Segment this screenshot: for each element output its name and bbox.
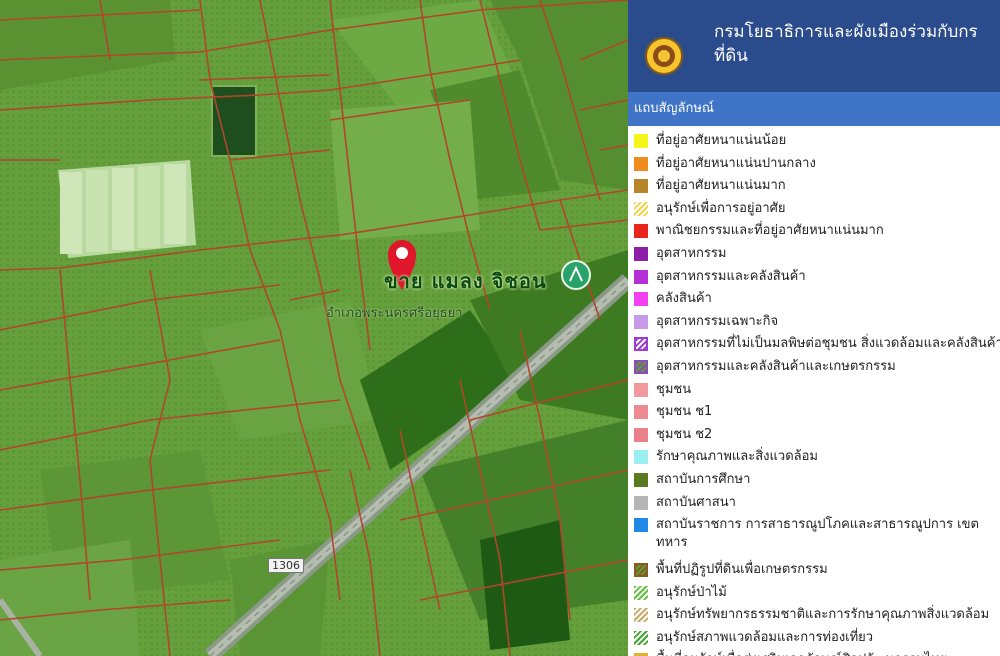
legend-swatch bbox=[634, 134, 648, 148]
legend-item: อุตสาหกรรมเฉพาะกิจ bbox=[632, 313, 1000, 336]
legend-label: อนุรักษ์ป่าไม้ bbox=[656, 584, 727, 600]
legend-item: ที่อยู่อาศัยหนาแน่นน้อย bbox=[632, 132, 1000, 155]
legend-item: ชุมชน ช2 bbox=[632, 426, 1000, 449]
legend-item: รักษาคุณภาพและสิ่งแวดล้อม bbox=[632, 448, 1000, 471]
legend-item: พาณิชยกรรมและที่อยู่อาศัยหนาแน่นมาก bbox=[632, 222, 1000, 245]
legend-label: อนุรักษ์สภาพแวดล้อมและการท่องเที่ยว bbox=[656, 629, 874, 645]
legend-label: อุตสาหกรรมที่ไม่เป็นมลพิษต่อชุมชน สิ่งแว… bbox=[656, 336, 1000, 352]
map-place-label: ขาย แมลง จิชอน bbox=[384, 269, 547, 293]
legend-swatch bbox=[634, 630, 648, 645]
legend-swatch bbox=[634, 405, 648, 420]
legend-item: ชุมชน bbox=[632, 381, 1000, 404]
legend-swatch bbox=[634, 450, 648, 465]
legend-item: สถาบันการศึกษา bbox=[632, 471, 1000, 494]
legend-tab[interactable]: แถบสัญลักษณ์ bbox=[628, 92, 1000, 126]
legend-item: อนุรักษ์ทรัพยากรธรรมชาติและการรักษาคุณภา… bbox=[632, 606, 1000, 629]
legend-label: อุตสาหกรรมและคลังสินค้า bbox=[656, 268, 806, 284]
legend-swatch bbox=[634, 201, 648, 216]
legend-item: พื้นที่อนุรักษ์เพื่อส่งเสริมเอกลักษณ์ศิล… bbox=[632, 651, 1000, 656]
legend-label: อุตสาหกรรมเฉพาะกิจ bbox=[656, 313, 779, 329]
legend-item: อนุรักษ์เพื่อการอยู่อาศัย bbox=[632, 200, 1000, 223]
legend-item: คลังสินค้า bbox=[632, 290, 1000, 313]
legend-item: สถาบันศาสนา bbox=[632, 494, 1000, 517]
legend-item: ชุมชน ช1 bbox=[632, 403, 1000, 426]
legend-label: ชุมชน ช1 bbox=[656, 404, 713, 420]
legend-label: พื้นที่อนุรักษ์เพื่อส่งเสริมเอกลักษณ์ศิล… bbox=[656, 651, 947, 656]
legend-item: อุตสาหกรรมและคลังสินค้าและเกษตรกรรม bbox=[632, 358, 1000, 381]
legend-item: อุตสาหกรรมที่ไม่เป็นมลพิษต่อชุมชน สิ่งแว… bbox=[632, 335, 1000, 358]
legend-swatch bbox=[634, 495, 648, 510]
legend-panel: กรมโยธาธิการและผังเมืองร่วมกับกร ที่ดิน … bbox=[628, 0, 1000, 656]
legend-label: พาณิชยกรรมและที่อยู่อาศัยหนาแน่นมาก bbox=[656, 223, 884, 239]
legend-swatch bbox=[634, 224, 648, 239]
legend-label: สถาบันการศึกษา bbox=[656, 471, 751, 487]
legend-label: สถาบันศาสนา bbox=[656, 494, 736, 510]
legend-swatch bbox=[634, 314, 648, 329]
legend-label: คลังสินค้า bbox=[656, 291, 712, 307]
legend-label: ที่อยู่อาศัยหนาแน่นปานกลาง bbox=[656, 155, 816, 171]
legend-item: อนุรักษ์สภาพแวดล้อมและการท่องเที่ยว bbox=[632, 629, 1000, 652]
legend-label: พื้นที่ปฏิรูปที่ดินเพื่อเกษตรกรรม bbox=[656, 562, 828, 578]
legend-list: ที่อยู่อาศัยหนาแน่นน้อยที่อยู่อาศัยหนาแน… bbox=[632, 132, 1000, 656]
greenhouse-cluster bbox=[58, 160, 196, 258]
panel-header: กรมโยธาธิการและผังเมืองร่วมกับกร ที่ดิน bbox=[628, 0, 1000, 92]
legend-label: อนุรักษ์เพื่อการอยู่อาศัย bbox=[656, 200, 786, 216]
legend-swatch bbox=[634, 563, 648, 578]
train-station-icon bbox=[561, 260, 591, 290]
legend-label: รักษาคุณภาพและสิ่งแวดล้อม bbox=[656, 449, 818, 465]
legend-label: ที่อยู่อาศัยหนาแน่นมาก bbox=[656, 178, 786, 194]
legend-swatch bbox=[634, 359, 648, 374]
panel-title: กรมโยธาธิการและผังเมืองร่วมกับกร ที่ดิน bbox=[714, 22, 978, 66]
legend-swatch bbox=[634, 179, 648, 194]
legend-swatch bbox=[634, 472, 648, 487]
satellite-map[interactable]: ขาย แมลง จิชอน อำเภอพระนครศรีอยุธยา 1306 bbox=[0, 0, 628, 656]
department-seal-icon bbox=[645, 37, 683, 75]
legend-item: อุตสาหกรรม bbox=[632, 245, 1000, 268]
legend-swatch bbox=[634, 608, 648, 623]
legend-swatch bbox=[634, 427, 648, 442]
legend-swatch bbox=[634, 518, 648, 533]
legend-label: ชุมชน ช2 bbox=[656, 426, 713, 442]
legend-label: อนุรักษ์ทรัพยากรธรรมชาติและการรักษาคุณภา… bbox=[656, 607, 990, 623]
legend-label: อุตสาหกรรม bbox=[656, 245, 727, 261]
legend-label: ที่อยู่อาศัยหนาแน่นน้อย bbox=[656, 133, 787, 148]
road-number-shield: 1306 bbox=[268, 558, 304, 573]
legend-item: สถาบันราชการ การสาธารณูปโภคและสาธารณูปกา… bbox=[632, 516, 1000, 561]
map-district-label: อำเภอพระนครศรีอยุธยา bbox=[326, 306, 463, 321]
legend-swatch bbox=[634, 246, 648, 261]
legend-swatch bbox=[634, 292, 648, 307]
legend-label: ชุมชน bbox=[656, 381, 692, 397]
legend-swatch bbox=[634, 585, 648, 600]
legend-swatch bbox=[634, 382, 648, 397]
map-canvas bbox=[0, 0, 628, 656]
legend-item: ที่อยู่อาศัยหนาแน่นมาก bbox=[632, 177, 1000, 200]
legend-label: สถาบันราชการ การสาธารณูปโภคและสาธารณูปกา… bbox=[656, 517, 979, 551]
legend-swatch bbox=[634, 269, 648, 284]
legend-item: พื้นที่ปฏิรูปที่ดินเพื่อเกษตรกรรม bbox=[632, 561, 1000, 584]
legend-swatch bbox=[634, 156, 648, 171]
legend-swatch bbox=[634, 337, 648, 352]
legend-label: อุตสาหกรรมและคลังสินค้าและเกษตรกรรม bbox=[656, 358, 896, 374]
legend-item: อนุรักษ์ป่าไม้ bbox=[632, 584, 1000, 607]
legend-item: อุตสาหกรรมและคลังสินค้า bbox=[632, 268, 1000, 291]
legend-item: ที่อยู่อาศัยหนาแน่นปานกลาง bbox=[632, 155, 1000, 178]
